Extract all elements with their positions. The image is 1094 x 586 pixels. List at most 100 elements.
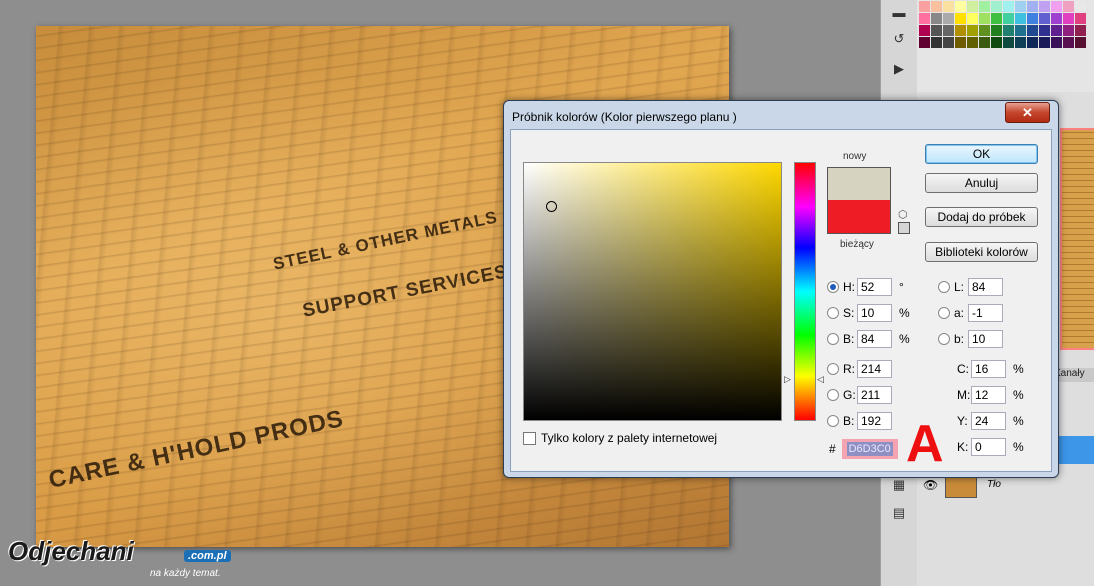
- swatch[interactable]: [1051, 1, 1062, 12]
- swatch[interactable]: [919, 25, 930, 36]
- swatch[interactable]: [979, 1, 990, 12]
- hex-input[interactable]: D6D3C0: [841, 439, 898, 459]
- current-color-swatch[interactable]: [827, 200, 891, 234]
- history-icon[interactable]: ↺: [889, 30, 909, 48]
- swatch[interactable]: [991, 37, 1002, 48]
- swatch[interactable]: [943, 13, 954, 24]
- radio-s[interactable]: [827, 307, 839, 319]
- swatch[interactable]: [931, 37, 942, 48]
- swatch[interactable]: [967, 13, 978, 24]
- swatch[interactable]: [991, 25, 1002, 36]
- swatch[interactable]: [955, 13, 966, 24]
- swatch[interactable]: [931, 13, 942, 24]
- swatch[interactable]: [1075, 37, 1086, 48]
- radio-h[interactable]: [827, 281, 839, 293]
- swatch[interactable]: [955, 1, 966, 12]
- swatch[interactable]: [1051, 13, 1062, 24]
- eye-icon[interactable]: 👁: [923, 478, 938, 492]
- radio-blue[interactable]: [827, 415, 839, 427]
- out-of-gamut-cube-icon[interactable]: ⬡: [898, 208, 908, 221]
- color-field[interactable]: [523, 162, 782, 421]
- swatch[interactable]: [967, 25, 978, 36]
- swatch[interactable]: [1027, 25, 1038, 36]
- swatch[interactable]: [931, 1, 942, 12]
- swatch[interactable]: [1075, 1, 1086, 12]
- swatch[interactable]: [1003, 37, 1014, 48]
- swatch[interactable]: [1063, 37, 1074, 48]
- close-button[interactable]: ✕: [1005, 102, 1050, 123]
- swatch[interactable]: [955, 25, 966, 36]
- swatch[interactable]: [1063, 13, 1074, 24]
- swatch[interactable]: [1003, 13, 1014, 24]
- swatch[interactable]: [1027, 13, 1038, 24]
- field-input-c[interactable]: 16: [971, 360, 1006, 378]
- radio-brightness[interactable]: [827, 333, 839, 345]
- swatch[interactable]: [1015, 37, 1026, 48]
- swatch[interactable]: [967, 37, 978, 48]
- swatch[interactable]: [919, 1, 930, 12]
- swatch[interactable]: [991, 13, 1002, 24]
- swatch[interactable]: [979, 25, 990, 36]
- swatch[interactable]: [1015, 25, 1026, 36]
- field-input-a[interactable]: -1: [968, 304, 1003, 322]
- swatch[interactable]: [955, 37, 966, 48]
- swatch[interactable]: [919, 13, 930, 24]
- cancel-button[interactable]: Anuluj: [925, 173, 1038, 193]
- swatch[interactable]: [967, 1, 978, 12]
- field-input-k[interactable]: 0: [971, 438, 1006, 456]
- swatch[interactable]: [1003, 25, 1014, 36]
- radio-lab-b[interactable]: [938, 333, 950, 345]
- swatch[interactable]: [1003, 1, 1014, 12]
- web-colors-only-checkbox[interactable]: [523, 431, 536, 445]
- field-input-r[interactable]: 214: [857, 360, 892, 378]
- swatch[interactable]: [1075, 25, 1086, 36]
- swatch[interactable]: [991, 1, 1002, 12]
- swatch[interactable]: [919, 37, 930, 48]
- swatch[interactable]: [1051, 37, 1062, 48]
- hue-slider-handle-left[interactable]: ▷: [784, 374, 791, 385]
- swatch[interactable]: [979, 37, 990, 48]
- swatch[interactable]: [1051, 25, 1062, 36]
- swatch[interactable]: [1039, 25, 1050, 36]
- actions-play-icon[interactable]: ▶: [889, 60, 909, 78]
- field-input-lab-b[interactable]: 10: [968, 330, 1003, 348]
- swatch[interactable]: [931, 25, 942, 36]
- swatch[interactable]: [1027, 1, 1038, 12]
- swatch[interactable]: [1015, 13, 1026, 24]
- field-input-h[interactable]: 52: [857, 278, 892, 296]
- web-safe-color-box[interactable]: [898, 222, 910, 234]
- swatch[interactable]: [1039, 1, 1050, 12]
- swatch[interactable]: [943, 25, 954, 36]
- swatch[interactable]: [943, 37, 954, 48]
- hue-slider[interactable]: [794, 162, 816, 421]
- color-field-cursor[interactable]: [546, 201, 557, 212]
- swatch[interactable]: [1063, 25, 1074, 36]
- swatch[interactable]: [1027, 37, 1038, 48]
- add-to-swatches-button[interactable]: Dodaj do próbek: [925, 207, 1038, 227]
- swatch[interactable]: [1039, 13, 1050, 24]
- color-libraries-button[interactable]: Biblioteki kolorów: [925, 242, 1038, 262]
- panel-icon-1[interactable]: ▬: [889, 4, 909, 22]
- swatch[interactable]: [943, 1, 954, 12]
- tab-channels[interactable]: Kanały: [1054, 368, 1094, 382]
- radio-l[interactable]: [938, 281, 950, 293]
- swatch[interactable]: [979, 13, 990, 24]
- navigator-icon[interactable]: ▤: [889, 504, 909, 522]
- swatch[interactable]: [1075, 13, 1086, 24]
- radio-g[interactable]: [827, 389, 839, 401]
- field-input-s[interactable]: 10: [857, 304, 892, 322]
- radio-a[interactable]: [938, 307, 950, 319]
- field-input-m[interactable]: 12: [971, 386, 1006, 404]
- web-colors-only-option[interactable]: Tylko kolory z palety internetowej: [523, 431, 717, 445]
- hue-slider-handle-right[interactable]: ◁: [817, 374, 824, 385]
- ok-button[interactable]: OK: [925, 144, 1038, 164]
- layer-comps-icon[interactable]: ▦: [889, 476, 909, 494]
- field-input-brightness[interactable]: 84: [857, 330, 892, 348]
- layer-row-selected[interactable]: [1058, 436, 1094, 464]
- radio-r[interactable]: [827, 363, 839, 375]
- field-input-l[interactable]: 84: [968, 278, 1003, 296]
- field-input-blue[interactable]: 192: [857, 412, 892, 430]
- swatch[interactable]: [1063, 1, 1074, 12]
- field-input-g[interactable]: 211: [857, 386, 892, 404]
- field-input-y[interactable]: 24: [971, 412, 1006, 430]
